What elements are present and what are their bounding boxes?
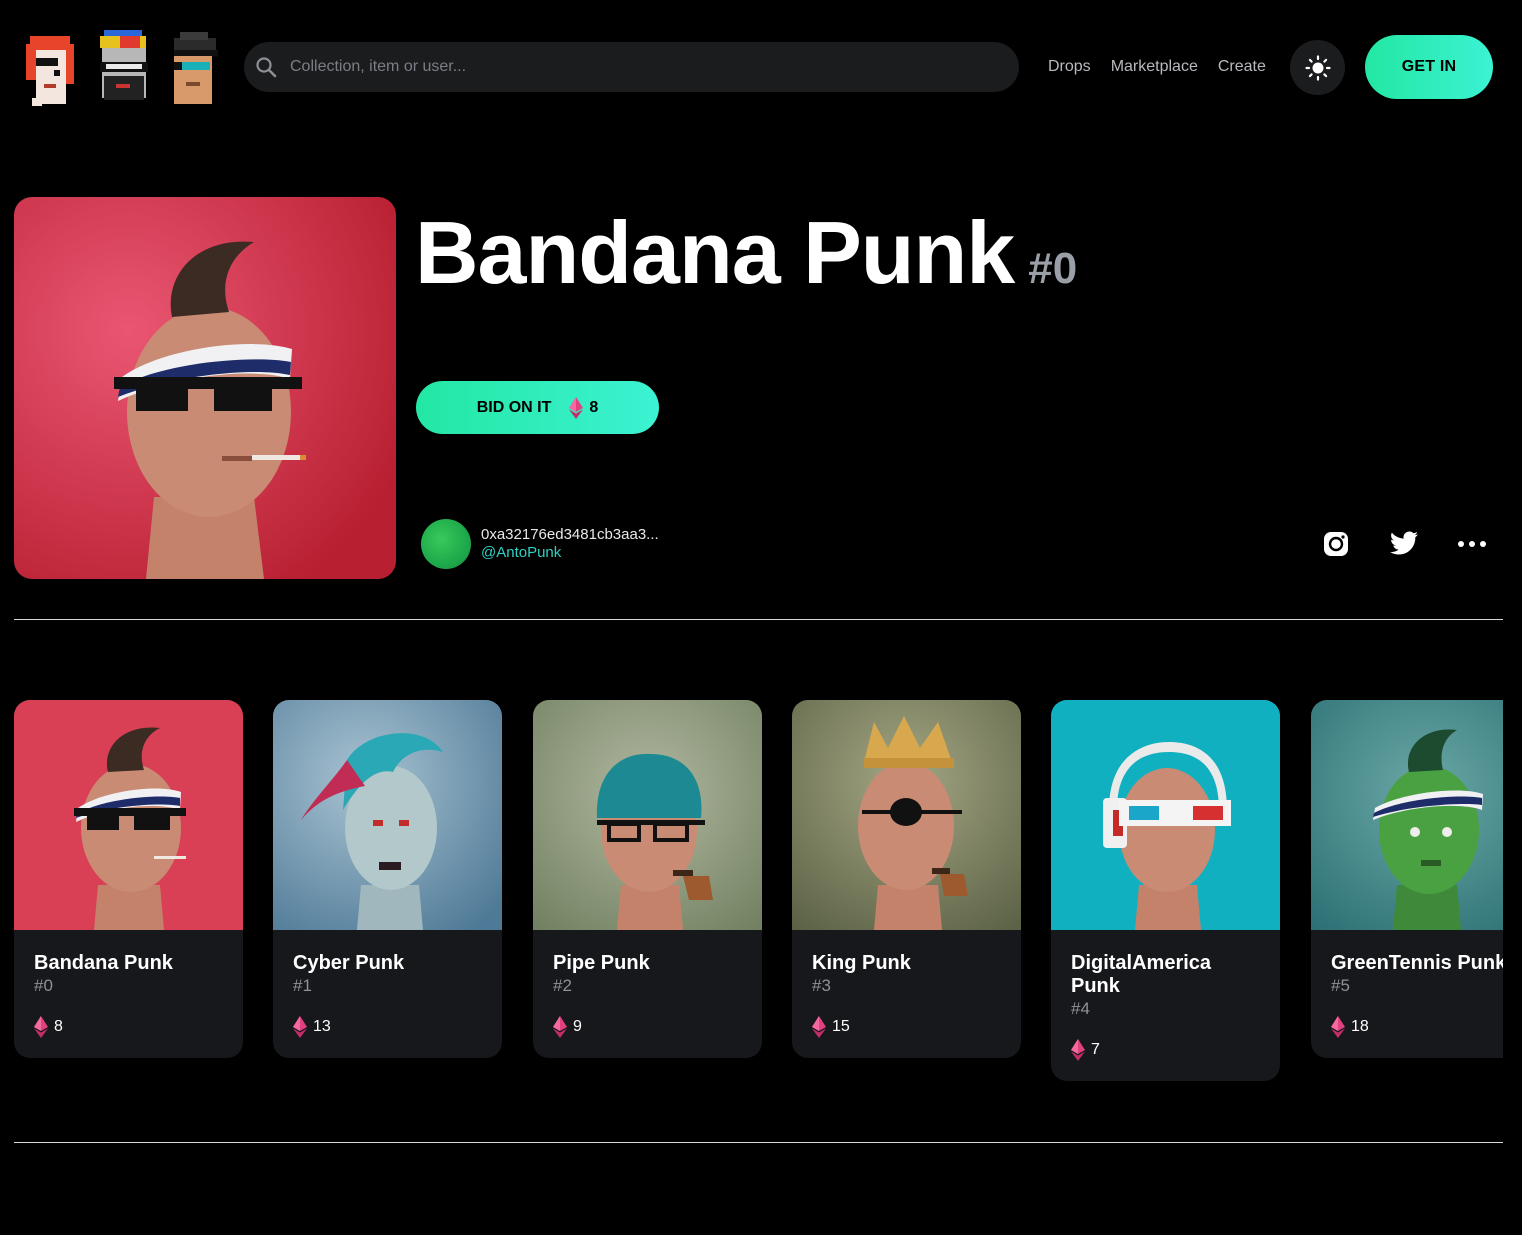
card-price-value: 15 [832, 1018, 850, 1035]
card-body: Pipe Punk #2 9 [533, 930, 762, 1058]
item-card[interactable]: GreenTennis Punk #5 18 [1311, 700, 1503, 1058]
card-price-value: 9 [573, 1018, 582, 1035]
search-icon [256, 57, 277, 78]
owner-text: 0xa32176ed3481cb3aa3... @AntoPunk [481, 526, 659, 562]
ethereum-icon [1071, 1039, 1085, 1061]
card-body: GreenTennis Punk #5 18 [1311, 930, 1503, 1058]
card-number: #0 [34, 976, 53, 995]
divider-top [14, 619, 1503, 620]
nav-marketplace[interactable]: Marketplace [1111, 58, 1198, 76]
card-name: GreenTennis Punk [1331, 952, 1503, 974]
item-title-text: Bandana Punk [415, 203, 1015, 302]
instagram-icon [1324, 532, 1348, 556]
card-price: 15 [812, 1016, 1001, 1038]
collection-carousel: Bandana Punk #0 8 Cyber Punk #1 13 Pipe … [14, 700, 1503, 1100]
card-name: DigitalAmerica Punk [1071, 952, 1212, 997]
instagram-button[interactable] [1320, 528, 1352, 560]
owner-handle[interactable]: @AntoPunk [481, 544, 659, 562]
item-title: Bandana Punk #0 [415, 198, 1077, 324]
card-name: Bandana Punk [34, 952, 173, 974]
card-image [273, 700, 502, 930]
divider-bottom [14, 1142, 1503, 1143]
card-body: Bandana Punk #0 8 [14, 930, 243, 1058]
nav-create[interactable]: Create [1218, 58, 1266, 76]
search-bar[interactable] [244, 42, 1019, 92]
card-body: King Punk #3 15 [792, 930, 1021, 1058]
greentennis-punk-thumbnail [1311, 700, 1503, 930]
ethereum-icon [553, 1016, 567, 1038]
pipe-punk-thumbnail [533, 700, 762, 930]
card-number: #1 [293, 976, 312, 995]
card-price-value: 8 [54, 1018, 63, 1035]
item-card[interactable]: Pipe Punk #2 9 [533, 700, 762, 1058]
card-number: #3 [812, 976, 831, 995]
digitalamerica-punk-thumbnail [1051, 700, 1280, 930]
card-number: #2 [553, 976, 572, 995]
item-card[interactable]: Cyber Punk #1 13 [273, 700, 502, 1058]
card-body: DigitalAmerica Punk #4 7 [1051, 930, 1280, 1081]
bandana-punk-thumbnail [14, 700, 243, 930]
card-image [14, 700, 243, 930]
more-icon [1458, 541, 1486, 547]
card-price: 9 [553, 1016, 742, 1038]
bandana-punk-image [14, 197, 396, 579]
card-image [533, 700, 762, 930]
bid-price: 8 [569, 396, 599, 419]
king-punk-thumbnail [792, 700, 1021, 930]
twitter-button[interactable] [1388, 528, 1420, 560]
card-name: Cyber Punk [293, 952, 405, 974]
card-body: Cyber Punk #1 13 [273, 930, 502, 1058]
hero-artwork-image[interactable] [14, 197, 396, 579]
card-price: 8 [34, 1016, 223, 1038]
card-price-value: 13 [313, 1018, 331, 1035]
owner-address[interactable]: 0xa32176ed3481cb3aa3... [481, 526, 659, 544]
item-number: #0 [1028, 244, 1078, 293]
bid-label: BID ON IT [476, 398, 552, 416]
cyber-punk-thumbnail [273, 700, 502, 930]
main-nav: Drops Marketplace Create [1048, 58, 1266, 76]
card-image [1311, 700, 1503, 930]
card-name: Pipe Punk [553, 952, 650, 974]
card-price-value: 7 [1091, 1041, 1100, 1058]
ethereum-icon [34, 1016, 48, 1038]
card-price-value: 18 [1351, 1018, 1369, 1035]
item-card[interactable]: DigitalAmerica Punk #4 7 [1051, 700, 1280, 1081]
item-card[interactable]: Bandana Punk #0 8 [14, 700, 243, 1058]
bid-price-value: 8 [589, 398, 599, 416]
punks-logo-icon [26, 30, 218, 106]
search-input[interactable] [288, 57, 1019, 77]
ethereum-icon [293, 1016, 307, 1038]
card-number: #4 [1071, 999, 1090, 1018]
social-links [1320, 528, 1488, 560]
card-image [1051, 700, 1280, 930]
theme-toggle-button[interactable] [1290, 40, 1345, 95]
card-number: #5 [1331, 976, 1350, 995]
get-in-button[interactable]: GET IN [1365, 35, 1493, 99]
item-card[interactable]: King Punk #3 15 [792, 700, 1021, 1058]
ethereum-icon [569, 396, 584, 419]
card-price: 18 [1331, 1016, 1503, 1038]
ethereum-icon [812, 1016, 826, 1038]
sun-icon [1304, 54, 1331, 81]
card-price: 7 [1071, 1039, 1260, 1061]
card-name: King Punk [812, 952, 911, 974]
logo-punks[interactable] [24, 26, 224, 108]
nav-drops[interactable]: Drops [1048, 58, 1091, 76]
bid-button[interactable]: BID ON IT 8 [416, 381, 659, 434]
twitter-icon [1390, 531, 1418, 555]
owner-avatar[interactable] [421, 519, 471, 569]
ethereum-icon [1331, 1016, 1345, 1038]
owner-info[interactable]: 0xa32176ed3481cb3aa3... @AntoPunk [421, 519, 659, 569]
card-price: 13 [293, 1016, 482, 1038]
card-image [792, 700, 1021, 930]
more-options-button[interactable] [1456, 528, 1488, 560]
